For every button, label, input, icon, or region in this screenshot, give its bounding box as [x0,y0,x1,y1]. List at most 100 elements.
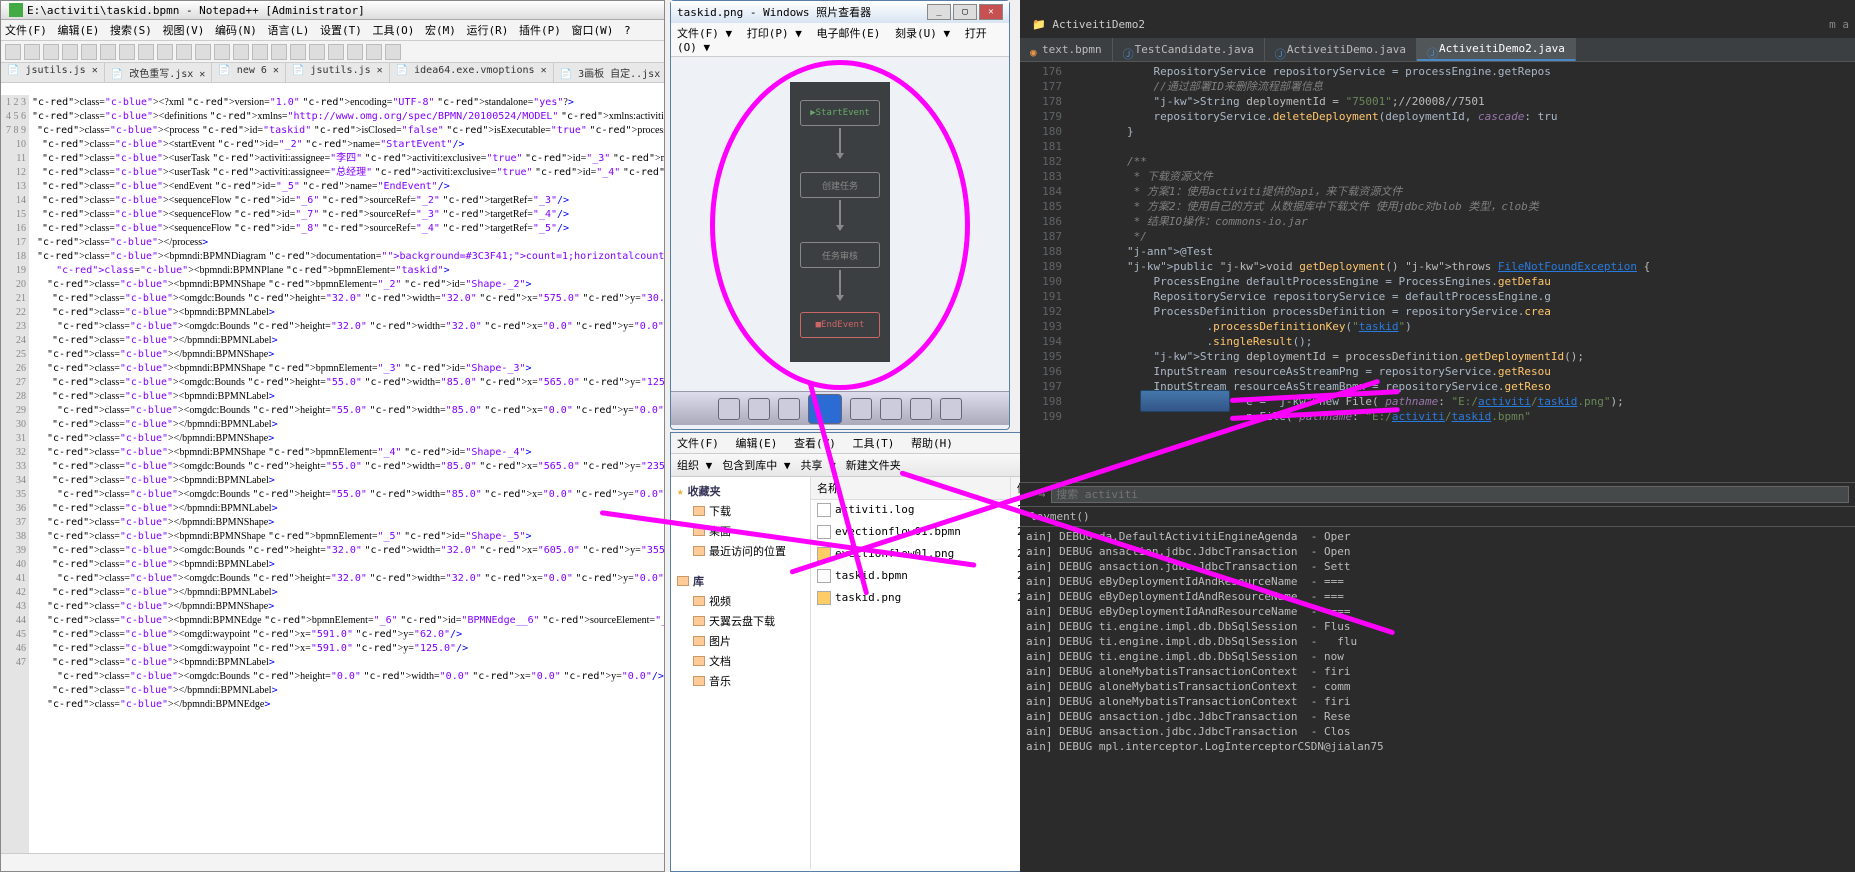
tb-redo-icon[interactable] [195,44,211,60]
ide-tab[interactable]: ⒿActiveitiDemo2.java [1417,38,1576,61]
tb-undo-icon[interactable] [176,44,192,60]
nav-item[interactable]: 下载 [675,501,806,521]
tb-chars-icon[interactable] [309,44,325,60]
pv-close-button[interactable]: ✕ [979,4,1003,20]
pv-menu-item[interactable]: 刻录(U) ▼ [895,27,950,40]
nav-item[interactable]: 天翼云盘下载 [675,611,806,631]
npp-menu-item[interactable]: 运行(R) [467,24,509,37]
ide-search-bar: ←→ [1020,483,1855,507]
npp-menu-item[interactable]: 窗口(W) [572,24,614,37]
tb-wrap-icon[interactable] [290,44,306,60]
nav-item[interactable]: 视频 [675,591,806,611]
nav-libraries[interactable]: 库 [675,571,806,591]
npp-icon [9,3,23,17]
ide-tab[interactable]: ◉text.bpmn [1020,38,1113,61]
npp-menu-item[interactable]: 设置(T) [320,24,362,37]
npp-menu-item[interactable]: 插件(P) [519,24,561,37]
tb-copy-icon[interactable] [138,44,154,60]
exp-nav-pane: ★收藏夹 下载桌面最近访问的位置 库 视频天翼云盘下载图片文档音乐 [671,477,811,869]
npp-menu-item[interactable]: 文件(F) [5,24,47,37]
nav-favorites[interactable]: ★收藏夹 [675,481,806,501]
tb-zoom-in-icon[interactable] [252,44,268,60]
tb-zoom-out-icon[interactable] [271,44,287,60]
pv-rotate-cw-icon[interactable] [910,398,932,420]
tb-save-all-icon[interactable] [62,44,78,60]
npp-menu-item[interactable]: ? [624,24,631,37]
tb-indent-icon[interactable] [328,44,344,60]
tb-replace-icon[interactable] [233,44,249,60]
npp-title-bar[interactable]: E:\activiti\taskid.bpmn - Notepad++ [Adm… [1,1,664,20]
bpmn-task-2: 任务审核 [800,242,880,268]
pv-max-button[interactable]: ▢ [953,4,977,20]
tb-print-icon[interactable] [100,44,116,60]
tb-close-icon[interactable] [81,44,97,60]
ide-breadcrumb[interactable]: loyment() [1020,507,1855,527]
pv-min-button[interactable]: _ [927,4,951,20]
tb-cut-icon[interactable] [119,44,135,60]
log-line: ain] DEBUG ansaction.jdbc.JdbcTransactio… [1026,544,1849,559]
nav-item[interactable]: 图片 [675,631,806,651]
pv-title-bar[interactable]: taskid.png - Windows 照片查看器 _ ▢ ✕ [671,1,1009,23]
pv-rotate-ccw-icon[interactable] [880,398,902,420]
npp-toolbar [1,41,664,63]
exp-menu-item[interactable]: 帮助(H) [911,437,953,450]
npp-tab[interactable]: 📄 jsutils.js ✕ [1,63,105,82]
npp-code-editor[interactable]: "c-red">class="c-blue"><?xml "c-red">ver… [29,95,664,853]
exp-menu-item[interactable]: 查看(V) [794,437,836,450]
exp-menu-item[interactable]: 文件(F) [677,437,719,450]
tb-play-icon[interactable] [385,44,401,60]
exp-menu-item[interactable]: 编辑(E) [736,437,778,450]
npp-menu-item[interactable]: 编辑(E) [58,24,100,37]
log-line: ain] DEBUG mpl.interceptor.LogIntercepto… [1026,739,1849,754]
tb-find-icon[interactable] [214,44,230,60]
npp-menu-item[interactable]: 编码(N) [215,24,257,37]
pv-menu-item[interactable]: 打印(P) ▼ [747,27,802,40]
exp-library-button[interactable]: 包含到库中 ▼ [722,457,790,473]
tb-record-icon[interactable] [366,44,382,60]
pv-menu-item[interactable]: 电子邮件(E) [817,27,881,40]
tb-new-icon[interactable] [5,44,21,60]
ide-search-input[interactable] [1051,486,1849,503]
pv-slideshow-icon[interactable] [808,394,842,424]
star-icon: ★ [677,485,684,498]
pv-delete-icon[interactable] [940,398,962,420]
ide-tab[interactable]: ⒿActiveitiDemo.java [1265,38,1417,61]
col-name[interactable]: 名称 [811,477,1011,499]
npp-menu-item[interactable]: 工具(O) [373,24,415,37]
tb-save-icon[interactable] [43,44,59,60]
minimized-window-1[interactable] [1140,390,1230,412]
pv-zoom-fit-icon[interactable] [748,398,770,420]
pv-prev-icon[interactable] [778,398,800,420]
ide-log-output[interactable]: ain] DEBUG da.DefaultActivitiEngineAgend… [1020,527,1855,756]
nav-item[interactable]: 音乐 [675,671,806,691]
pv-next-icon[interactable] [850,398,872,420]
exp-organize-button[interactable]: 组织 ▼ [677,457,712,473]
pv-menu-item[interactable]: 文件(F) ▼ [677,27,732,40]
npp-tab[interactable]: 📄 改色重写.jsx ✕ [105,63,213,82]
pv-zoom-out-icon[interactable] [718,398,740,420]
nav-item[interactable]: 桌面 [675,521,806,541]
npp-tabs: 📄 jsutils.js ✕📄 改色重写.jsx ✕📄 new 6 ✕📄 jsu… [1,63,664,83]
pv-canvas: ▶ StartEvent 创建任务 任务审核 ■ EndEvent [671,57,1009,387]
tb-paste-icon[interactable] [157,44,173,60]
npp-menu-item[interactable]: 宏(M) [425,24,456,37]
npp-tab[interactable]: 📄 3画板 自定..jsx ✕ [554,63,664,82]
ide-project-name[interactable]: 📁 ActiveitiDemo2 [1032,18,1145,31]
nav-item[interactable]: 最近访问的位置 [675,541,806,561]
ide-code[interactable]: RepositoryService repositoryService = pr… [1070,62,1855,426]
npp-menu-item[interactable]: 视图(V) [163,24,205,37]
exp-newfolder-button[interactable]: 新建文件夹 [846,457,901,473]
ide-tab[interactable]: ⒿTestCandidate.java [1113,38,1265,61]
nav-item[interactable]: 文档 [675,651,806,671]
exp-menu-item[interactable]: 工具(T) [853,437,895,450]
npp-menu-item[interactable]: 搜索(S) [110,24,152,37]
png-icon [817,547,831,561]
tb-outdent-icon[interactable] [347,44,363,60]
npp-tab[interactable]: 📄 jsutils.js ✕ [286,63,390,82]
tb-open-icon[interactable] [24,44,40,60]
log-line: ain] DEBUG eByDeploymentIdAndResourceNam… [1026,604,1849,619]
npp-tab[interactable]: 📄 idea64.exe.vmoptions ✕ [390,63,554,82]
npp-menu-item[interactable]: 语言(L) [268,24,310,37]
npp-tab[interactable]: 📄 new 6 ✕ [212,63,286,82]
exp-share-button[interactable]: 共享 ▼ [801,457,836,473]
